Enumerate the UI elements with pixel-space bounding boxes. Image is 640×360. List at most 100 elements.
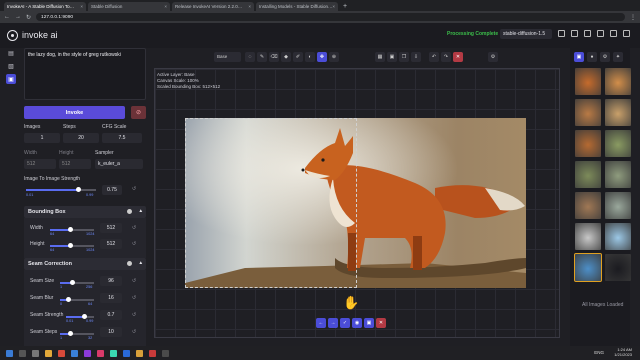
width-select[interactable]: 512 [24,159,56,169]
bbox-height-input[interactable]: 512 [100,239,122,249]
fill-icon[interactable]: ◆ [281,52,291,62]
model-select[interactable]: stable-diffusion-1.5 [500,29,552,39]
browser-tab-release[interactable]: Release InvokeAI Version 2.2.0… × [172,2,254,11]
illustrator-icon[interactable] [136,349,143,357]
back-icon[interactable]: ← [4,14,10,20]
terminal-icon[interactable] [162,349,169,357]
close-icon[interactable]: × [332,4,335,9]
seam-correction-header[interactable]: Seam Correction ▴ [24,258,146,270]
seam-strength-input[interactable]: 0.7 [100,310,122,320]
settings-icon[interactable] [623,30,630,37]
seam-steps-handle[interactable] [68,331,73,336]
cancel-button[interactable]: ⊘ [131,106,146,119]
prompt-input[interactable]: the lazy dog, in the style of greg rutko… [24,48,146,100]
explorer-icon[interactable] [45,349,52,357]
new-tab-button[interactable]: + [343,2,347,11]
save-icon[interactable]: ▣ [387,52,397,62]
reset-icon[interactable]: ↺ [132,329,136,335]
gallery-thumbnail[interactable] [605,99,631,126]
gallery-thumbnail[interactable] [575,161,601,188]
reset-icon[interactable]: ↺ [132,278,136,284]
browser-tab-stable-diffusion[interactable]: Stable Diffusion × [88,2,170,11]
github-icon[interactable] [597,30,604,37]
gallery-thumbnail[interactable] [575,192,601,219]
close-icon[interactable]: × [164,4,167,9]
images-input[interactable]: 1 [24,133,60,143]
taskview-icon[interactable] [32,349,39,357]
edge-icon[interactable] [71,349,78,357]
app-icon[interactable] [149,349,156,357]
gallery-thumbnail[interactable] [605,192,631,219]
gallery-thumbnail[interactable] [575,68,601,95]
cfg-input[interactable]: 7.5 [102,133,142,143]
eye-icon[interactable]: ◉ [352,318,362,328]
brush-icon[interactable]: ✎ [257,52,267,62]
discard-icon[interactable]: ✕ [376,318,386,328]
gallery-thumbnail[interactable] [605,223,631,250]
accept-icon[interactable]: ✓ [340,318,350,328]
layer-select[interactable]: Base [214,52,241,62]
redo-icon[interactable]: ↷ [441,52,451,62]
discord-icon[interactable] [610,30,617,37]
copy-icon[interactable]: ❐ [399,52,409,62]
bbox-width-input[interactable]: 512 [100,223,122,233]
merge-icon[interactable]: ▦ [375,52,385,62]
unified-canvas-icon[interactable]: ▣ [6,74,16,84]
user-tab-icon[interactable]: ● [587,52,597,62]
bbox-height-handle[interactable] [68,243,73,248]
eraser-icon[interactable]: ⌫ [269,52,279,62]
seam-size-input[interactable]: 96 [100,276,122,286]
wrench-icon[interactable]: ⚙ [488,52,498,62]
bug-icon[interactable] [584,30,591,37]
reset-icon[interactable]: ↺ [132,186,136,192]
previous-icon[interactable]: ← [316,318,326,328]
forward-icon[interactable]: → [15,14,21,20]
gallery-thumbnail[interactable] [575,223,601,250]
pin-icon[interactable]: ✦ [613,52,623,62]
gallery-thumbnail[interactable] [575,130,601,157]
close-icon[interactable]: × [80,4,83,9]
app-icon[interactable] [97,349,104,357]
steps-input[interactable]: 20 [63,133,99,143]
browser-tab-invokeai[interactable]: InvokeAI - A Stable Diffusion To… × [4,2,86,11]
next-icon[interactable]: → [328,318,338,328]
gallery-thumbnail[interactable] [605,161,631,188]
bounding-box-header[interactable]: Bounding Box ▴ [24,206,146,218]
close-icon[interactable]: × [248,4,251,9]
gallery-thumbnail[interactable] [605,68,631,95]
app-icon[interactable] [110,349,117,357]
txt2img-icon[interactable]: ▤ [6,48,16,58]
photoshop-icon[interactable] [123,349,130,357]
theme-icon[interactable] [571,30,578,37]
windows-start-icon[interactable] [6,349,13,357]
bbox-width-handle[interactable] [68,227,73,232]
save-icon[interactable]: ▣ [364,318,374,328]
browser-tab-installing-models[interactable]: Installing Models - Stable Diffusion… × [256,2,338,11]
url-field[interactable]: 127.0.0.1:9090 [36,13,625,21]
app-icon[interactable] [84,349,91,357]
eyedropper-icon[interactable]: ✐ [293,52,303,62]
img2img-icon[interactable]: ▧ [6,61,16,71]
wrench-icon[interactable]: ⚙ [600,52,610,62]
gallery-thumbnail[interactable] [605,254,631,281]
reset-icon[interactable]: ↺ [132,225,136,231]
reload-icon[interactable]: ↻ [26,14,31,21]
clock[interactable]: 1:24 AM 1/21/2023 [614,347,632,357]
undo-icon[interactable]: ↶ [429,52,439,62]
move-icon[interactable]: ✥ [317,52,327,62]
gallery-thumbnail[interactable] [575,99,601,126]
invoke-button[interactable]: Invoke [24,106,125,119]
seam-size-handle[interactable] [70,280,75,285]
gallery-thumbnail[interactable] [574,253,602,282]
menu-icon[interactable]: ⋮ [630,14,636,21]
seam-steps-input[interactable]: 10 [100,327,122,337]
help-icon[interactable] [127,209,132,214]
search-icon[interactable] [19,349,26,357]
language-indicator[interactable]: ENG [594,350,604,355]
download-icon[interactable]: ⇩ [411,52,421,62]
reset-icon[interactable]: ↺ [132,295,136,301]
hotkeys-icon[interactable] [558,30,565,37]
strength-input[interactable]: 0.75 [102,185,122,195]
palette-icon[interactable]: ◐ [305,52,315,62]
seam-blur-handle[interactable] [66,297,71,302]
